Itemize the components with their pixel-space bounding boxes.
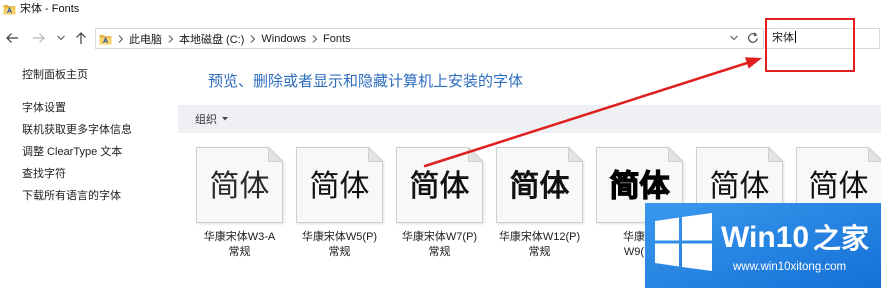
font-tile[interactable]: 简体 华康宋体W7(P) 常规 — [396, 147, 483, 258]
organize-button[interactable]: 组织 — [195, 105, 228, 133]
font-preview-text: 简体 — [509, 170, 570, 203]
font-style-label: 常规 — [528, 246, 551, 258]
font-preview-text: 简体 — [309, 170, 370, 203]
font-label: 华康宋体W12(P) 常规 — [490, 230, 590, 260]
arrow-left-icon[interactable] — [5, 31, 19, 45]
watermark: Win10 之家 www.win10xitong.com — [645, 203, 881, 288]
watermark-brand-suffix: 之家 — [813, 223, 870, 254]
font-style-label: 常规 — [228, 246, 251, 258]
font-tile[interactable]: 简体 华康宋体W3-A 常规 — [196, 147, 283, 258]
breadcrumb-item-local-disk[interactable]: 本地磁盘 (C:) — [179, 31, 244, 47]
watermark-url: www.win10xitong.com — [733, 261, 847, 273]
font-preview-text: 简体 — [709, 170, 770, 203]
chevron-down-icon[interactable] — [730, 35, 738, 41]
breadcrumb: 此电脑 本地磁盘 (C:) Windows Fonts — [99, 29, 351, 48]
font-label: 华康宋体W3-A 常规 — [190, 230, 290, 260]
page-title: 预览、删除或者显示和隐藏计算机上安装的字体 — [208, 73, 524, 90]
font-name-label: 华康宋体W12(P) — [498, 231, 581, 243]
sidebar-item-download-all-language-fonts[interactable]: 下载所有语言的字体 — [22, 189, 132, 203]
caret-down-icon — [222, 117, 228, 121]
font-preview-text: 简体 — [808, 170, 869, 203]
chevron-down-icon[interactable] — [57, 35, 65, 41]
font-label: 华康宋体W5(P) 常规 — [290, 230, 390, 260]
font-name-label: 华康宋体W5(P) — [301, 231, 378, 243]
watermark-brand: Win10 — [721, 221, 810, 254]
address-bar[interactable]: 此电脑 本地磁盘 (C:) Windows Fonts — [95, 28, 764, 49]
font-style-label: 常规 — [328, 246, 351, 258]
arrow-right-icon[interactable] — [32, 31, 46, 45]
windows-logo-icon — [655, 213, 712, 271]
arrow-up-icon[interactable] — [74, 31, 88, 45]
fonts-folder-icon — [99, 34, 112, 44]
breadcrumb-item-fonts[interactable]: Fonts — [323, 33, 351, 45]
fonts-folder-icon — [3, 5, 16, 15]
chevron-right-icon[interactable] — [118, 34, 124, 43]
annotation-highlight-box — [765, 18, 855, 72]
font-style-label: 常规 — [428, 246, 451, 258]
breadcrumb-item-windows[interactable]: Windows — [261, 33, 306, 45]
font-label: 华康宋体W7(P) 常规 — [390, 230, 490, 260]
sidebar: 控制面板主页 字体设置 联机获取更多字体信息 调整 ClearType 文本 查… — [22, 68, 132, 211]
sidebar-item-control-panel-home[interactable]: 控制面板主页 — [22, 68, 132, 82]
sidebar-item-find-character[interactable]: 查找字符 — [22, 167, 132, 181]
font-name-label: 华康宋体W3-A — [203, 231, 276, 243]
font-preview-text: 简体 — [209, 170, 270, 203]
chevron-right-icon[interactable] — [250, 34, 256, 43]
font-preview-text: 简体 — [609, 170, 670, 203]
refresh-icon[interactable] — [747, 32, 759, 44]
command-bar: 组织 — [178, 105, 881, 133]
chevron-right-icon[interactable] — [168, 34, 174, 43]
sidebar-item-adjust-cleartype[interactable]: 调整 ClearType 文本 — [22, 145, 132, 159]
window-title: 宋体 - Fonts — [20, 3, 80, 15]
chevron-right-icon[interactable] — [312, 34, 318, 43]
font-tile[interactable]: 简体 华康宋体W12(P) 常规 — [496, 147, 583, 258]
sidebar-item-get-more-fonts-online[interactable]: 联机获取更多字体信息 — [22, 123, 132, 137]
organize-label: 组织 — [195, 114, 217, 126]
font-preview-text: 简体 — [409, 170, 470, 203]
font-tile[interactable]: 简体 华康宋体W5(P) 常规 — [296, 147, 383, 258]
sidebar-item-font-settings[interactable]: 字体设置 — [22, 101, 132, 115]
breadcrumb-item-this-pc[interactable]: 此电脑 — [129, 31, 162, 47]
font-name-label: 华康宋体W7(P) — [401, 231, 478, 243]
